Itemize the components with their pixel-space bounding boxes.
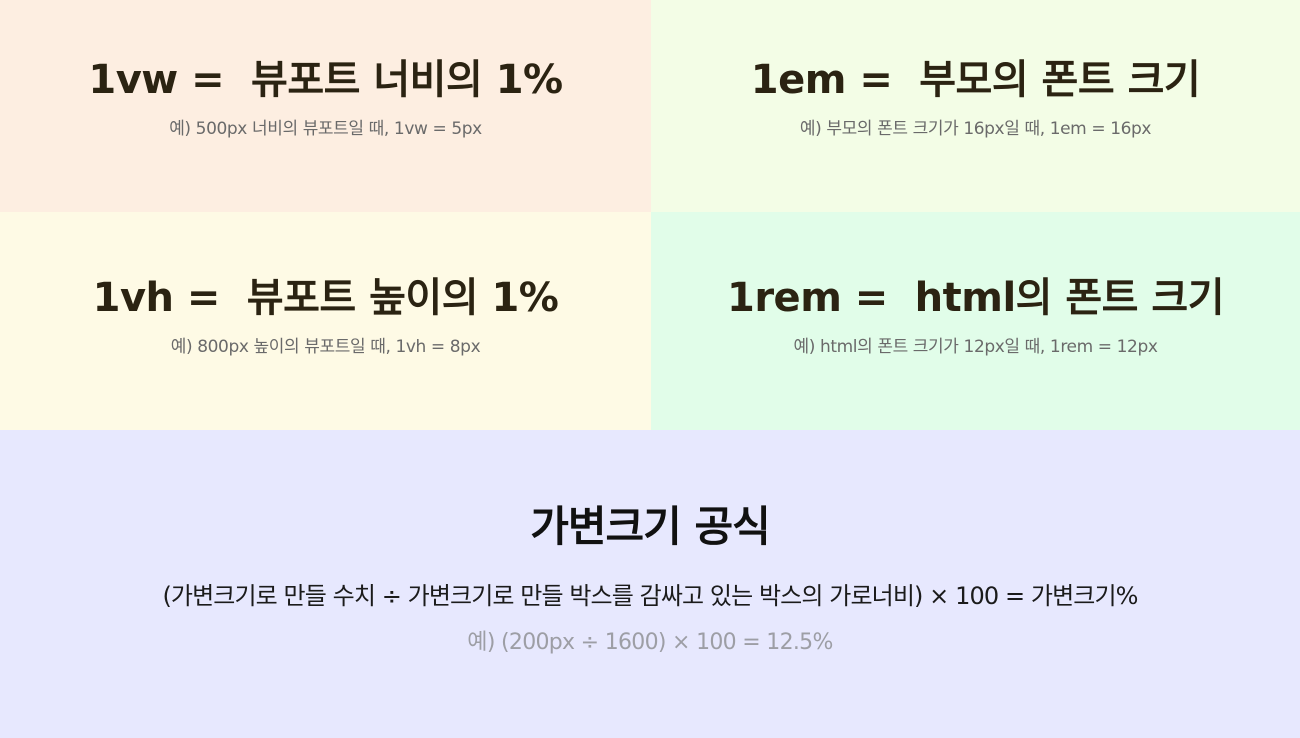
formula-title: 가변크기 공식 bbox=[530, 502, 770, 551]
css-units-slide: 1vw = 뷰포트 너비의 1% 예) 500px 너비의 뷰포트일 때, 1v… bbox=[0, 0, 1300, 738]
formula-panel: 가변크기 공식 (가변크기로 만들 수치 ÷ 가변크기로 만들 박스를 감싸고 … bbox=[0, 430, 1300, 738]
vh-definition: 1vh = 뷰포트 높이의 1% bbox=[92, 275, 559, 321]
vh-example: 예) 800px 높이의 뷰포트일 때, 1vh = 8px bbox=[170, 337, 481, 357]
vh-panel: 1vh = 뷰포트 높이의 1% 예) 800px 높이의 뷰포트일 때, 1v… bbox=[0, 212, 651, 430]
rem-example: 예) html의 폰트 크기가 12px일 때, 1rem = 12px bbox=[793, 337, 1158, 357]
vw-definition: 1vw = 뷰포트 너비의 1% bbox=[88, 57, 563, 103]
em-example: 예) 부모의 폰트 크기가 16px일 때, 1em = 16px bbox=[799, 119, 1152, 139]
formula-expression: (가변크기로 만들 수치 ÷ 가변크기로 만들 박스를 감싸고 있는 박스의 가… bbox=[162, 582, 1138, 610]
formula-example: 예) (200px ÷ 1600) × 100 = 12.5% bbox=[467, 630, 833, 655]
em-definition: 1em = 부모의 폰트 크기 bbox=[750, 57, 1201, 103]
rem-definition: 1rem = html의 폰트 크기 bbox=[727, 275, 1225, 321]
vw-panel: 1vw = 뷰포트 너비의 1% 예) 500px 너비의 뷰포트일 때, 1v… bbox=[0, 0, 651, 212]
rem-panel: 1rem = html의 폰트 크기 예) html의 폰트 크기가 12px일… bbox=[651, 212, 1300, 430]
vw-example: 예) 500px 너비의 뷰포트일 때, 1vw = 5px bbox=[169, 119, 482, 139]
em-panel: 1em = 부모의 폰트 크기 예) 부모의 폰트 크기가 16px일 때, 1… bbox=[651, 0, 1300, 212]
